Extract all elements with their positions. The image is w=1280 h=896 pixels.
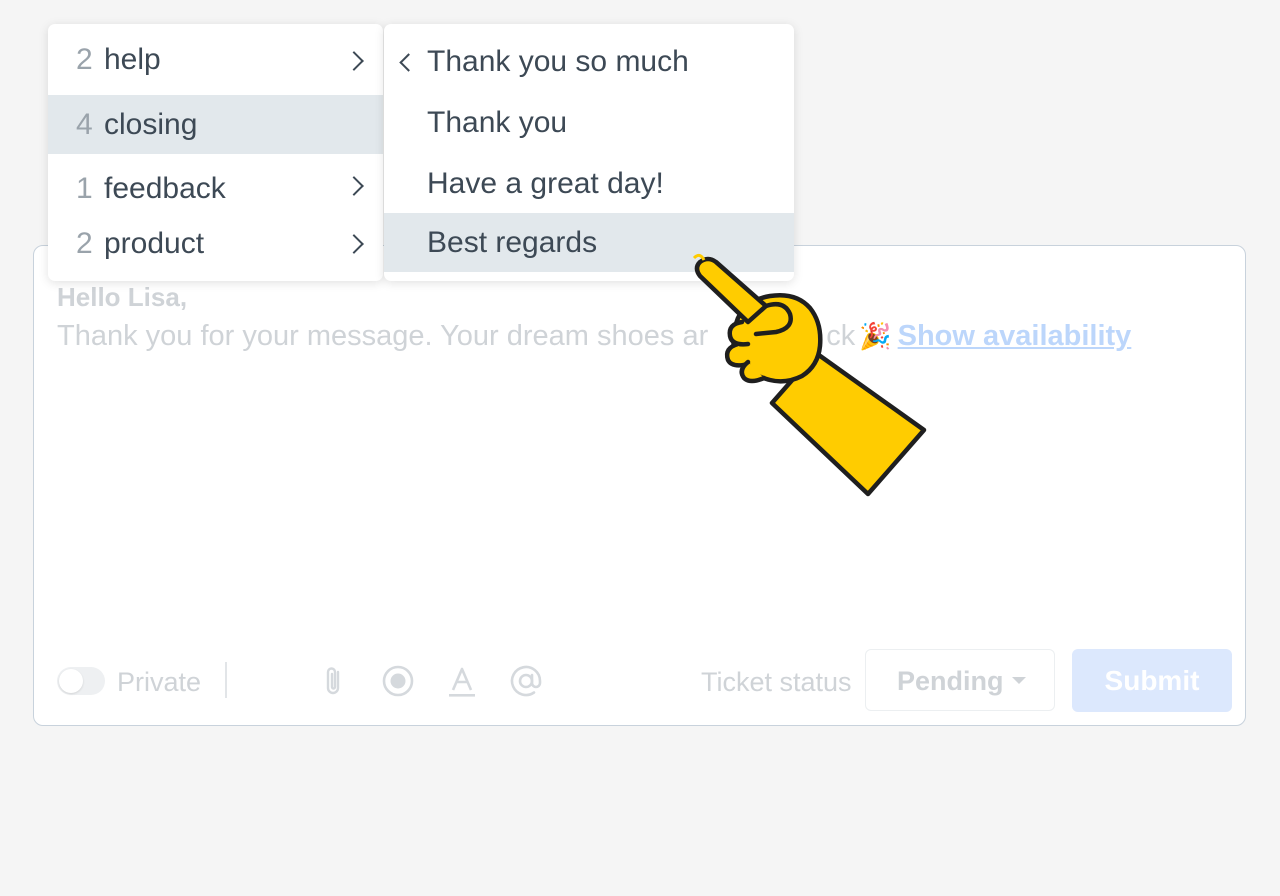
item-label: feedback	[104, 172, 226, 205]
item-label: Thank you so much	[427, 45, 689, 78]
item-label: help	[104, 43, 161, 76]
message-text: Thank you for your message. Your dream s…	[57, 320, 709, 352]
ticket-status-dropdown[interactable]: Pending	[865, 649, 1055, 711]
closing-submenu: Thank you so much Thank you Have a great…	[384, 24, 794, 281]
composer-toolbar: Private Ticket status Pending Submit	[34, 649, 1245, 713]
item-label: product	[104, 227, 205, 260]
menu-item-closing[interactable]: 4 closing	[48, 95, 383, 154]
item-label: closing	[104, 108, 198, 141]
chevron-right-icon	[344, 176, 364, 196]
message-body[interactable]: Thank you for your message. Your dream s…	[57, 320, 1131, 353]
item-count: 2	[76, 227, 93, 260]
chevron-right-icon	[344, 51, 364, 71]
item-count: 1	[76, 172, 93, 205]
ticket-status-label: Ticket status	[701, 667, 852, 697]
toolbar-divider	[225, 662, 227, 698]
item-count: 4	[76, 108, 93, 141]
paperclip-icon[interactable]	[317, 663, 353, 699]
macro-category-menu: 2 help 4 closing 1 feedback 2 product	[48, 24, 383, 281]
item-label: Have a great day!	[427, 167, 664, 200]
chevron-right-icon	[344, 234, 364, 254]
item-count: 2	[76, 43, 93, 76]
greeting-text: Hello Lisa,	[57, 282, 188, 312]
menu-item-product[interactable]: 2 product	[48, 222, 383, 266]
chevron-left-icon[interactable]	[399, 53, 418, 72]
pointing-hand-icon	[686, 248, 936, 498]
private-label: Private	[117, 667, 202, 697]
submenu-item-thank-you[interactable]: Thank you	[384, 101, 794, 145]
submenu-item-thank-you-so-much[interactable]: Thank you so much	[384, 40, 794, 84]
private-toggle[interactable]	[57, 667, 105, 695]
caret-down-icon	[1012, 677, 1026, 684]
record-icon[interactable]	[380, 663, 416, 699]
item-label: Best regards	[427, 226, 598, 259]
status-value: Pending	[897, 666, 1004, 696]
submenu-item-have-a-great-day[interactable]: Have a great day!	[384, 162, 794, 206]
at-sign-icon[interactable]	[508, 663, 544, 699]
menu-item-feedback[interactable]: 1 feedback	[48, 167, 383, 211]
reply-composer[interactable]: Hello Lisa, Thank you for your message. …	[33, 245, 1246, 726]
text-format-icon[interactable]	[444, 663, 480, 699]
submit-button[interactable]: Submit	[1072, 649, 1232, 712]
item-label: Thank you	[427, 106, 568, 139]
menu-item-help[interactable]: 2 help	[48, 38, 383, 82]
